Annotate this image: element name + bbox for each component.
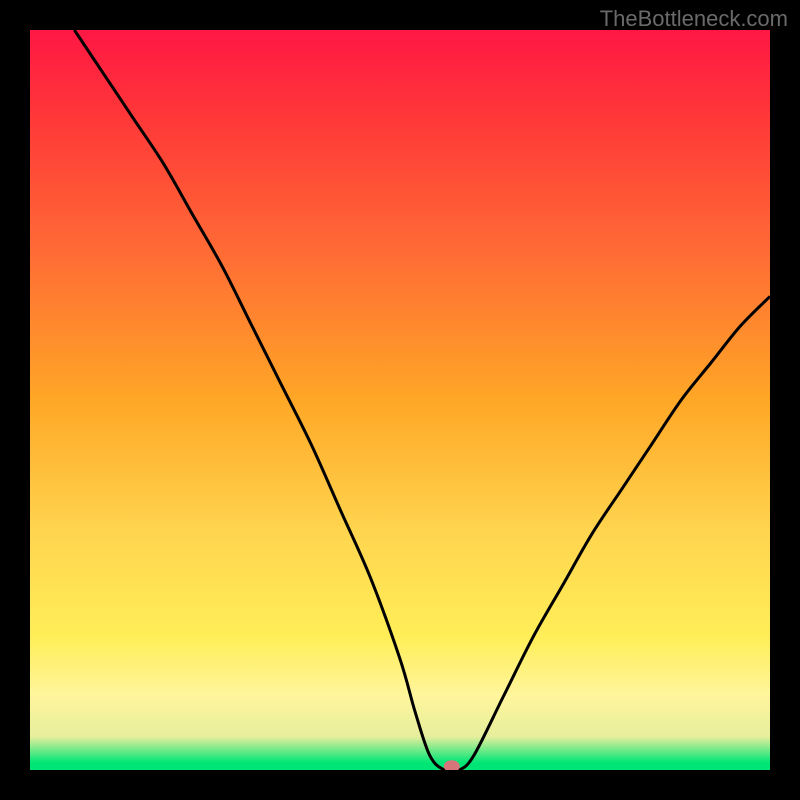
chart-container: TheBottleneck.com [0,0,800,800]
watermark-text: TheBottleneck.com [600,6,788,32]
plot-area [30,30,770,770]
chart-svg [30,30,770,770]
